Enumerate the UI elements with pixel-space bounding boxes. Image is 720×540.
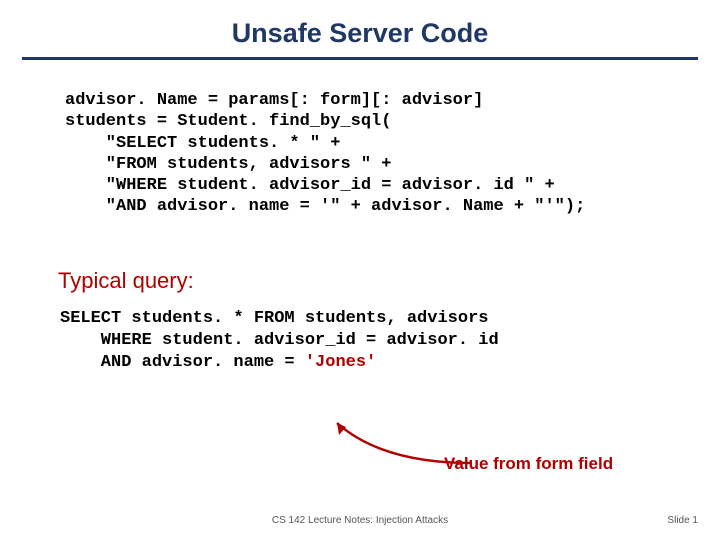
- code-line: "SELECT students. * " +: [65, 134, 340, 153]
- code-line: students = Student. find_by_sql(: [65, 112, 391, 131]
- typical-query-label: Typical query:: [58, 268, 720, 294]
- code-line: "AND advisor. name = '" + advisor. Name …: [65, 197, 585, 216]
- code-line: AND advisor. name = 'Jones': [60, 353, 376, 372]
- jones-value: 'Jones': [305, 353, 376, 372]
- query-code-block: SELECT students. * FROM students, adviso…: [60, 308, 720, 374]
- footer-note: CS 142 Lecture Notes: Injection Attacks: [0, 515, 720, 526]
- code-line: "FROM students, advisors " +: [65, 155, 391, 174]
- code-line: "WHERE student. advisor_id = advisor. id…: [65, 176, 555, 195]
- server-code-block: advisor. Name = params[: form][: advisor…: [65, 90, 720, 218]
- title-rule: [22, 57, 698, 60]
- code-line: SELECT students. * FROM students, adviso…: [60, 309, 488, 328]
- code-line: WHERE student. advisor_id = advisor. id: [60, 331, 499, 350]
- annotation-label: Value from form field: [444, 454, 613, 474]
- code-line: advisor. Name = params[: form][: advisor…: [65, 91, 483, 110]
- slide-number: Slide 1: [667, 515, 698, 526]
- slide: Unsafe Server Code advisor. Name = param…: [0, 0, 720, 540]
- page-title: Unsafe Server Code: [0, 0, 720, 49]
